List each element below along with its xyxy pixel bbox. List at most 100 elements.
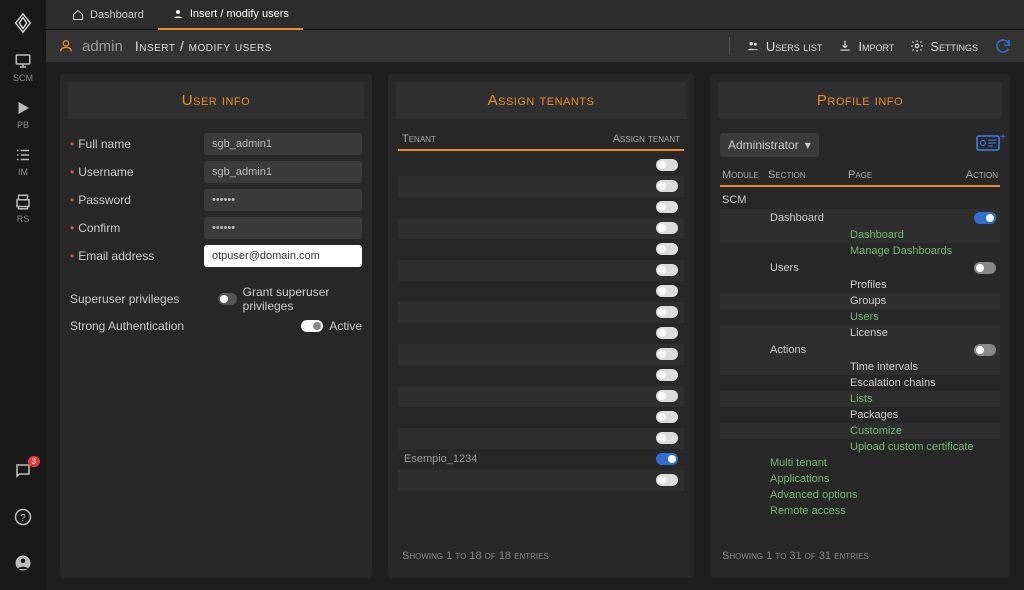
- tenant-toggle[interactable]: [656, 285, 678, 297]
- users-icon: [746, 39, 760, 53]
- import-button[interactable]: Import: [838, 39, 894, 54]
- divider: [729, 37, 730, 55]
- tenant-row: [398, 218, 684, 239]
- fullname-input[interactable]: [204, 133, 362, 155]
- tenant-row: [398, 176, 684, 197]
- profile-page-row: Users: [720, 309, 1000, 325]
- toggle-label: Active: [329, 319, 362, 333]
- sidebar-item-rs[interactable]: RS: [14, 193, 32, 224]
- tenant-row: [398, 155, 684, 176]
- profile-page: Profiles: [850, 279, 996, 291]
- strongauth-toggle[interactable]: [301, 320, 323, 332]
- tenant-toggle[interactable]: [656, 264, 678, 276]
- main: Dashboard Insert / modify users admin In…: [46, 0, 1024, 590]
- superuser-toggle[interactable]: [218, 293, 237, 305]
- tab-dashboard[interactable]: Dashboard: [58, 0, 158, 30]
- tab-label: Dashboard: [90, 9, 144, 21]
- monitor-icon: [14, 52, 32, 70]
- sidebar-account[interactable]: [14, 554, 32, 572]
- profile-footer: Showing 1 to 31 of 31 entries: [720, 544, 1000, 568]
- sidebar-item-pb[interactable]: PB: [14, 99, 32, 130]
- profile-page: Manage Dashboards: [850, 245, 996, 257]
- user-icon: [172, 8, 184, 20]
- profile-page: Time intervals: [850, 361, 996, 373]
- sidebar: SCM PB IM RS 3 ?: [0, 0, 46, 590]
- fullname-label: •Full name: [70, 137, 204, 151]
- add-profile-button[interactable]: +: [976, 135, 1000, 156]
- tenant-toggle[interactable]: [656, 306, 678, 318]
- tenant-toggle[interactable]: [656, 180, 678, 192]
- tenant-toggle[interactable]: [656, 201, 678, 213]
- sidebar-help[interactable]: ?: [14, 508, 32, 526]
- button-label: Import: [858, 39, 894, 54]
- profile-section-row: Dashboard: [720, 209, 1000, 227]
- tenant-toggle[interactable]: [656, 222, 678, 234]
- password-label: •Password: [70, 193, 204, 207]
- sidebar-item-scm[interactable]: SCM: [13, 52, 33, 83]
- profile-section-toggle[interactable]: [974, 212, 996, 224]
- user-outline-icon: [58, 38, 74, 54]
- tenant-toggle[interactable]: [656, 243, 678, 255]
- profile-section-row: Actions: [720, 341, 1000, 359]
- tenant-list: Esempio_1234: [398, 155, 684, 544]
- strongauth-label: Strong Authentication: [70, 319, 218, 333]
- tenant-row: [398, 323, 684, 344]
- tenant-toggle[interactable]: [656, 411, 678, 423]
- profile-selector[interactable]: Administrator ▾: [720, 133, 819, 157]
- button-label: Users list: [766, 39, 823, 54]
- confirm-input[interactable]: [204, 217, 362, 239]
- panel-title: Assign tenants: [396, 82, 686, 119]
- import-icon: [838, 39, 852, 53]
- tenant-row: [398, 470, 684, 491]
- tenant-row: [398, 386, 684, 407]
- username-label: •Username: [70, 165, 204, 179]
- help-icon: ?: [14, 508, 32, 526]
- tab-label: Insert / modify users: [190, 8, 289, 20]
- profile-section: Dashboard: [770, 212, 974, 224]
- refresh-button[interactable]: [994, 37, 1012, 55]
- tenant-row: [398, 197, 684, 218]
- profile-page: Dashboard: [850, 229, 996, 241]
- tenant-toggle[interactable]: [656, 327, 678, 339]
- tenant-toggle[interactable]: [656, 348, 678, 360]
- col-assign: Assign tenant: [613, 133, 680, 145]
- password-input[interactable]: [204, 189, 362, 211]
- username-input[interactable]: [204, 161, 362, 183]
- panel-title: Profile info: [718, 82, 1002, 119]
- settings-button[interactable]: Settings: [910, 39, 978, 54]
- tenant-row: [398, 302, 684, 323]
- users-list-button[interactable]: Users list: [746, 39, 823, 54]
- sidebar-chat[interactable]: 3: [14, 462, 32, 480]
- tenant-toggle[interactable]: [656, 474, 678, 486]
- tenant-toggle[interactable]: [656, 432, 678, 444]
- profile-selector-value: Administrator: [728, 138, 799, 152]
- profile-additional: Multi tenant: [766, 455, 1000, 471]
- profile-section-toggle[interactable]: [974, 262, 996, 274]
- sidebar-label: PB: [17, 120, 29, 130]
- profile-section: Users: [770, 262, 974, 274]
- profile-page-row: Lists: [720, 391, 1000, 407]
- col-page: Page: [848, 169, 954, 181]
- profile-module: SCM: [720, 191, 1000, 209]
- home-icon: [72, 9, 84, 21]
- tenant-row: [398, 428, 684, 449]
- email-input[interactable]: [204, 245, 362, 267]
- panel-title: User info: [68, 82, 364, 119]
- sidebar-label: IM: [18, 167, 28, 177]
- superuser-label: Superuser privileges: [70, 292, 218, 306]
- col-section: Section: [768, 169, 848, 181]
- tenant-toggle[interactable]: [656, 159, 678, 171]
- profile-section-toggle[interactable]: [974, 344, 996, 356]
- profile-page: Groups: [850, 295, 996, 307]
- svg-text:?: ?: [20, 513, 26, 524]
- profile-page-row: License: [720, 325, 1000, 341]
- profile-page-row: Manage Dashboards: [720, 243, 1000, 259]
- col-tenant: Tenant: [402, 133, 436, 145]
- tenant-table-head: Tenant Assign tenant: [398, 133, 684, 151]
- button-label: Settings: [930, 39, 978, 54]
- tenant-toggle[interactable]: [656, 390, 678, 402]
- sidebar-item-im[interactable]: IM: [14, 146, 32, 177]
- tenant-toggle[interactable]: [656, 453, 678, 465]
- tab-insert-modify-users[interactable]: Insert / modify users: [158, 0, 303, 30]
- tenant-toggle[interactable]: [656, 369, 678, 381]
